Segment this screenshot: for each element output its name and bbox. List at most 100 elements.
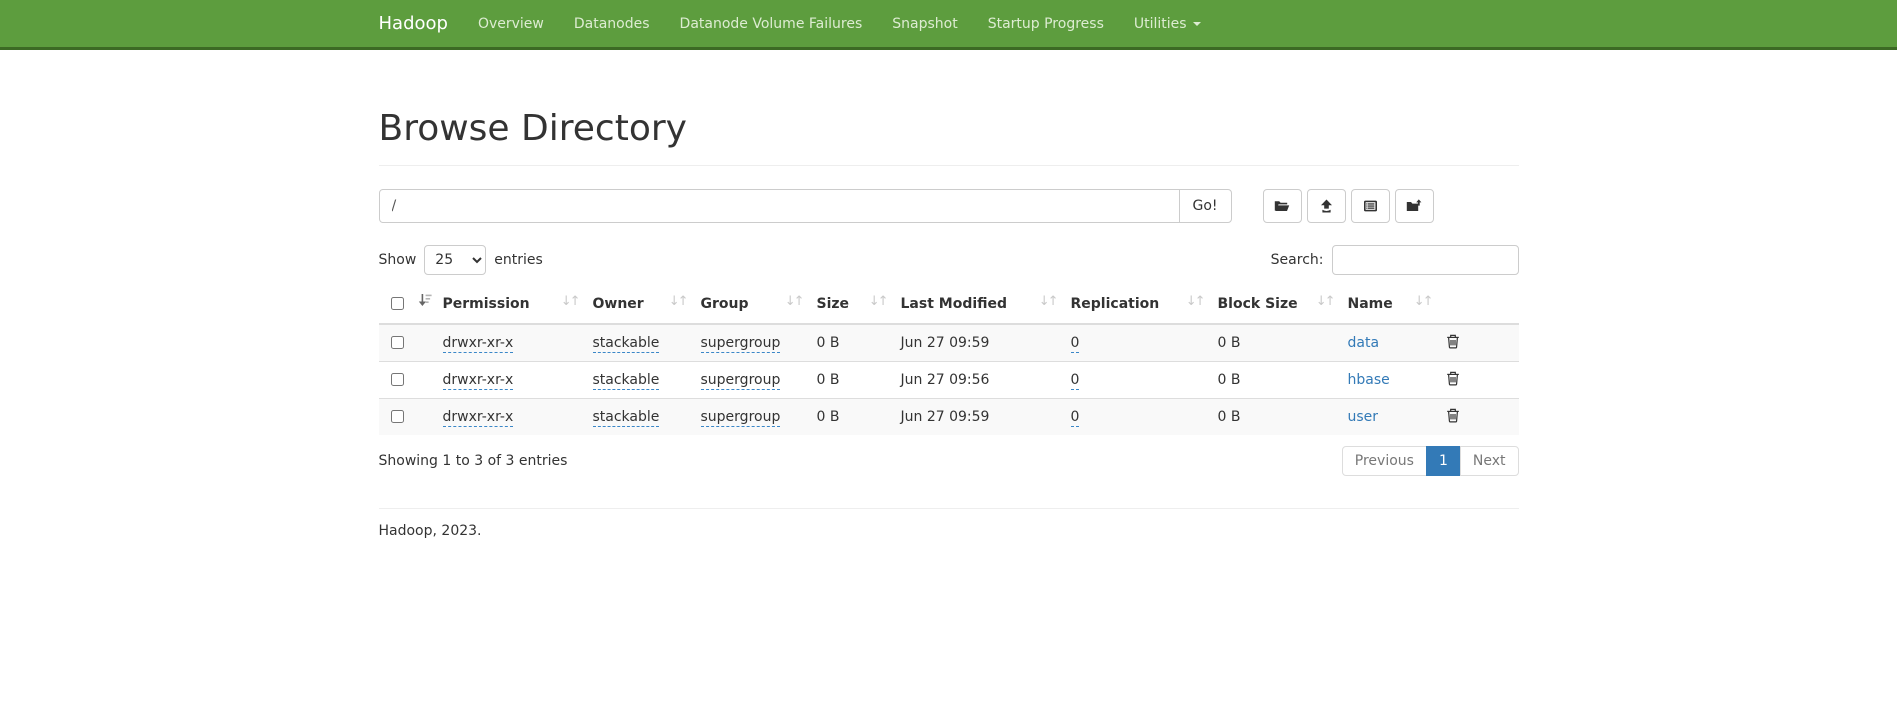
column-header-replication[interactable]: Replication ↓↑: [1063, 285, 1210, 324]
directory-actions: [1263, 189, 1439, 223]
owner-editable[interactable]: stackable: [593, 335, 660, 353]
sort-icon: ↓↑: [869, 294, 887, 309]
pagination-page-1[interactable]: 1: [1426, 446, 1461, 476]
size-value: 0 B: [817, 409, 840, 425]
sort-icon: ↓↑: [1414, 294, 1432, 309]
table-header-row: Permission ↓↑ Owner ↓↑ Group↓↑ Size ↓↑ Last…: [379, 285, 1519, 324]
footer-text: Hadoop, 2023.: [379, 523, 1519, 539]
nav-menu: Overview Datanodes Datanode Volume Failu…: [463, 0, 1216, 47]
table-row: drwxr-xr-x stackable supergroup 0 B Jun …: [379, 399, 1519, 436]
pagination-previous[interactable]: Previous: [1342, 446, 1427, 476]
delete-button[interactable]: [1446, 371, 1460, 389]
nav-item-startup-progress[interactable]: Startup Progress: [973, 0, 1119, 47]
navbar: Hadoop Overview Datanodes Datanode Volum…: [0, 0, 1897, 50]
trash-icon: [1446, 411, 1460, 426]
sort-asc-icon: [417, 292, 433, 312]
block-size-value: 0 B: [1218, 409, 1241, 425]
directory-path-input[interactable]: [379, 189, 1180, 223]
select-all-checkbox[interactable]: [391, 297, 404, 310]
entries-info: Showing 1 to 3 of 3 entries: [379, 453, 568, 469]
brand-hadoop[interactable]: Hadoop: [364, 0, 463, 47]
column-label: Block Size: [1218, 296, 1298, 312]
replication-editable[interactable]: 0: [1071, 409, 1080, 427]
column-label: Owner: [593, 296, 644, 312]
owner-editable[interactable]: stackable: [593, 372, 660, 390]
group-editable[interactable]: supergroup: [701, 372, 781, 390]
column-label: Permission: [443, 296, 530, 312]
block-size-value: 0 B: [1218, 335, 1241, 351]
column-header-last-modified[interactable]: Last Modified↓↑: [893, 285, 1063, 324]
nav-utilities-label: Utilities: [1134, 16, 1187, 32]
page-title: Browse Directory: [379, 108, 1519, 166]
nav-item-snapshot[interactable]: Snapshot: [877, 0, 972, 47]
table-footer: Showing 1 to 3 of 3 entries Previous 1 N…: [379, 446, 1519, 476]
column-header-permission[interactable]: Permission ↓↑: [435, 285, 585, 324]
path-bar: Go!: [379, 189, 1519, 223]
table-row: drwxr-xr-x stackable supergroup 0 B Jun …: [379, 324, 1519, 362]
owner-editable[interactable]: stackable: [593, 409, 660, 427]
column-header-name[interactable]: Name ↓↑: [1340, 285, 1438, 324]
row-select-checkbox[interactable]: [391, 410, 404, 423]
folder-move-icon: [1406, 199, 1422, 213]
upload-icon: [1319, 199, 1334, 213]
trash-icon: [1446, 374, 1460, 389]
folder-open-icon: [1274, 199, 1290, 213]
size-value: 0 B: [817, 335, 840, 351]
cut-paste-button[interactable]: [1351, 189, 1390, 223]
column-header-owner[interactable]: Owner ↓↑: [585, 285, 693, 324]
create-directory-button[interactable]: [1263, 189, 1302, 223]
pagination-next[interactable]: Next: [1460, 446, 1519, 476]
footer-divider: [379, 508, 1519, 509]
delete-button[interactable]: [1446, 408, 1460, 426]
sort-icon: ↓↑: [785, 294, 803, 309]
delete-button[interactable]: [1446, 334, 1460, 352]
sort-icon: ↓↑: [561, 294, 579, 309]
last-modified-value: Jun 27 09:56: [901, 372, 990, 388]
nav-item-datanodes[interactable]: Datanodes: [559, 0, 665, 47]
move-button[interactable]: [1395, 189, 1434, 223]
trash-icon: [1446, 337, 1460, 352]
permission-editable[interactable]: drwxr-xr-x: [443, 335, 514, 353]
block-size-value: 0 B: [1218, 372, 1241, 388]
group-editable[interactable]: supergroup: [701, 409, 781, 427]
nav-item-overview[interactable]: Overview: [463, 0, 559, 47]
column-header-actions: [1438, 285, 1519, 324]
directory-link[interactable]: user: [1348, 409, 1379, 425]
sort-icon: ↓↑: [1186, 294, 1204, 309]
upload-files-button[interactable]: [1307, 189, 1346, 223]
nav-item-utilities-dropdown[interactable]: Utilities: [1119, 0, 1216, 47]
size-value: 0 B: [817, 372, 840, 388]
sort-icon: ↓↑: [669, 294, 687, 309]
group-editable[interactable]: supergroup: [701, 335, 781, 353]
entries-label: entries: [494, 252, 543, 268]
search-label: Search:: [1271, 252, 1324, 268]
search-input[interactable]: [1332, 245, 1519, 275]
permission-editable[interactable]: drwxr-xr-x: [443, 409, 514, 427]
column-label: Size: [817, 296, 850, 312]
nav-item-datanode-volume-failures[interactable]: Datanode Volume Failures: [665, 0, 878, 47]
column-label: Name: [1348, 296, 1393, 312]
replication-editable[interactable]: 0: [1071, 372, 1080, 390]
replication-editable[interactable]: 0: [1071, 335, 1080, 353]
last-modified-value: Jun 27 09:59: [901, 335, 990, 351]
directory-listing-table: Permission ↓↑ Owner ↓↑ Group↓↑ Size ↓↑ Last…: [379, 285, 1519, 435]
directory-link[interactable]: hbase: [1348, 372, 1390, 388]
column-label: Replication: [1071, 296, 1160, 312]
page-size-select[interactable]: 25: [424, 245, 486, 275]
column-header-group[interactable]: Group↓↑: [693, 285, 809, 324]
column-header-size[interactable]: Size ↓↑: [809, 285, 893, 324]
table-controls: Show 25 entries Search:: [379, 245, 1519, 275]
column-header-select-all[interactable]: [379, 285, 435, 324]
sort-icon: ↓↑: [1316, 294, 1334, 309]
go-button[interactable]: Go!: [1179, 189, 1232, 223]
row-select-checkbox[interactable]: [391, 373, 404, 386]
table-row: drwxr-xr-x stackable supergroup 0 B Jun …: [379, 362, 1519, 399]
list-alt-icon: [1363, 199, 1378, 213]
column-header-block-size[interactable]: Block Size ↓↑: [1210, 285, 1340, 324]
permission-editable[interactable]: drwxr-xr-x: [443, 372, 514, 390]
column-label: Last Modified: [901, 296, 1008, 312]
main-content: Browse Directory Go!: [364, 108, 1534, 539]
caret-down-icon: [1193, 22, 1201, 26]
row-select-checkbox[interactable]: [391, 336, 404, 349]
directory-link[interactable]: data: [1348, 335, 1380, 351]
